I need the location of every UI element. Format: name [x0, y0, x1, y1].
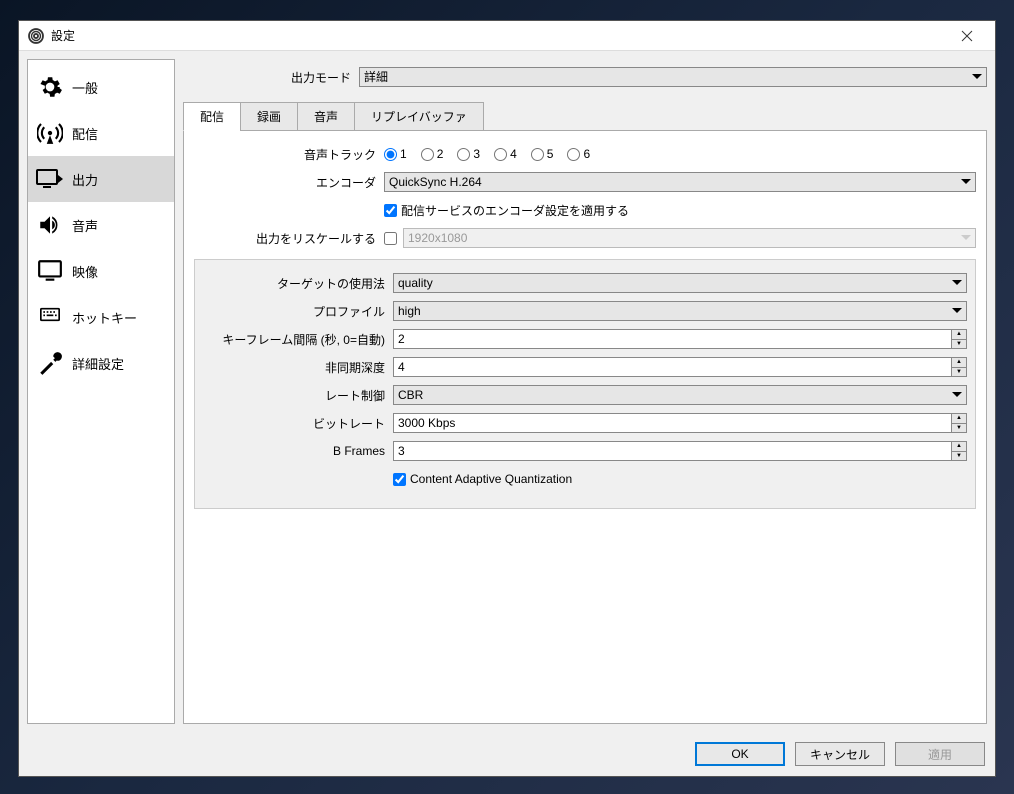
keyframe-label: キーフレーム間隔 (秒, 0=自動)	[203, 331, 393, 348]
profile-select[interactable]: high	[393, 301, 967, 321]
audio-track-group: 1 2 3 4 5 6	[384, 147, 976, 161]
target-usage-label: ターゲットの使用法	[203, 275, 393, 292]
titlebar: 設定	[19, 21, 995, 51]
rescale-label: 出力をリスケールする	[194, 230, 384, 247]
keyframe-spinner[interactable]: ▲▼	[393, 329, 967, 349]
ok-button[interactable]: OK	[695, 742, 785, 766]
bframes-spinner[interactable]: ▲▼	[393, 441, 967, 461]
bframes-input[interactable]	[393, 441, 951, 461]
spin-up-icon[interactable]: ▲	[952, 358, 966, 368]
close-icon	[961, 30, 973, 42]
spin-up-icon[interactable]: ▲	[952, 414, 966, 424]
sidebar-item-general[interactable]: 一般	[28, 64, 174, 110]
window-title: 設定	[51, 27, 75, 44]
bitrate-spinner[interactable]: ▲▼	[393, 413, 967, 433]
bitrate-label: ビットレート	[203, 415, 393, 432]
cancel-button[interactable]: キャンセル	[795, 742, 885, 766]
caq-checkbox[interactable]	[393, 473, 406, 486]
output-mode-select[interactable]: 詳細	[359, 67, 987, 87]
keyframe-input[interactable]	[393, 329, 951, 349]
audio-track-4[interactable]: 4	[494, 147, 517, 161]
close-button[interactable]	[947, 22, 987, 50]
sidebar-item-label: 一般	[72, 78, 98, 97]
audio-track-2[interactable]: 2	[421, 147, 444, 161]
spin-down-icon[interactable]: ▼	[952, 424, 966, 433]
audio-track-label: 音声トラック	[194, 146, 384, 163]
sidebar-item-label: 出力	[72, 170, 98, 189]
app-icon	[27, 27, 45, 45]
rate-control-label: レート制御	[203, 387, 393, 404]
tab-recording[interactable]: 録画	[240, 102, 298, 131]
sidebar-item-label: 映像	[72, 262, 98, 281]
tab-replay-buffer[interactable]: リプレイバッファ	[354, 102, 484, 131]
sidebar-item-label: ホットキー	[72, 308, 137, 327]
bitrate-input[interactable]	[393, 413, 951, 433]
target-usage-select[interactable]: quality	[393, 273, 967, 293]
async-depth-label: 非同期深度	[203, 359, 393, 376]
async-depth-spinner[interactable]: ▲▼	[393, 357, 967, 377]
sidebar-item-label: 配信	[72, 124, 98, 143]
apply-button[interactable]: 適用	[895, 742, 985, 766]
async-depth-input[interactable]	[393, 357, 951, 377]
speaker-icon	[36, 211, 64, 239]
spin-down-icon[interactable]: ▼	[952, 452, 966, 461]
caq-label: Content Adaptive Quantization	[410, 472, 572, 486]
encoder-label: エンコーダ	[194, 174, 384, 191]
tabs: 配信 録画 音声 リプレイバッファ	[183, 101, 987, 131]
tools-icon	[36, 349, 64, 377]
rescale-value: 1920x1080	[403, 228, 976, 248]
sidebar-item-audio[interactable]: 音声	[28, 202, 174, 248]
tab-streaming[interactable]: 配信	[183, 102, 241, 131]
audio-track-1[interactable]: 1	[384, 147, 407, 161]
sidebar-item-stream[interactable]: 配信	[28, 110, 174, 156]
rescale-checkbox[interactable]	[384, 232, 397, 245]
spin-down-icon[interactable]: ▼	[952, 368, 966, 377]
sidebar-item-video[interactable]: 映像	[28, 248, 174, 294]
apply-service-checkbox[interactable]	[384, 204, 397, 217]
sidebar: 一般 配信 出力 音声	[27, 59, 175, 724]
rate-control-select[interactable]: CBR	[393, 385, 967, 405]
spin-down-icon[interactable]: ▼	[952, 340, 966, 349]
encoder-select[interactable]: QuickSync H.264	[384, 172, 976, 192]
main-panel: 出力モード 詳細 配信 録画 音声 リプレイバッファ 音声トラック 1 2 3	[183, 59, 987, 724]
apply-service-label: 配信サービスのエンコーダ設定を適用する	[401, 202, 629, 219]
audio-track-3[interactable]: 3	[457, 147, 480, 161]
sidebar-item-label: 音声	[72, 216, 98, 235]
monitor-icon	[36, 257, 64, 285]
keyboard-icon	[36, 303, 64, 331]
settings-window: 設定 一般 配信 出力	[18, 20, 996, 777]
output-icon	[36, 165, 64, 193]
tab-audio[interactable]: 音声	[297, 102, 355, 131]
spin-up-icon[interactable]: ▲	[952, 442, 966, 452]
sidebar-item-output[interactable]: 出力	[28, 156, 174, 202]
bframes-label: B Frames	[203, 444, 393, 458]
encoder-settings-panel: ターゲットの使用法 quality プロファイル high キーフレーム間隔 (…	[194, 259, 976, 509]
spin-up-icon[interactable]: ▲	[952, 330, 966, 340]
audio-track-6[interactable]: 6	[567, 147, 590, 161]
audio-track-5[interactable]: 5	[531, 147, 554, 161]
sidebar-item-advanced[interactable]: 詳細設定	[28, 340, 174, 386]
antenna-icon	[36, 119, 64, 147]
dialog-footer: OK キャンセル 適用	[19, 732, 995, 776]
sidebar-item-hotkeys[interactable]: ホットキー	[28, 294, 174, 340]
tab-panel-streaming: 音声トラック 1 2 3 4 5 6 エンコーダ QuickSync H.26	[183, 131, 987, 724]
gear-icon	[36, 73, 64, 101]
profile-label: プロファイル	[203, 303, 393, 320]
sidebar-item-label: 詳細設定	[72, 354, 124, 373]
output-mode-label: 出力モード	[183, 69, 359, 86]
